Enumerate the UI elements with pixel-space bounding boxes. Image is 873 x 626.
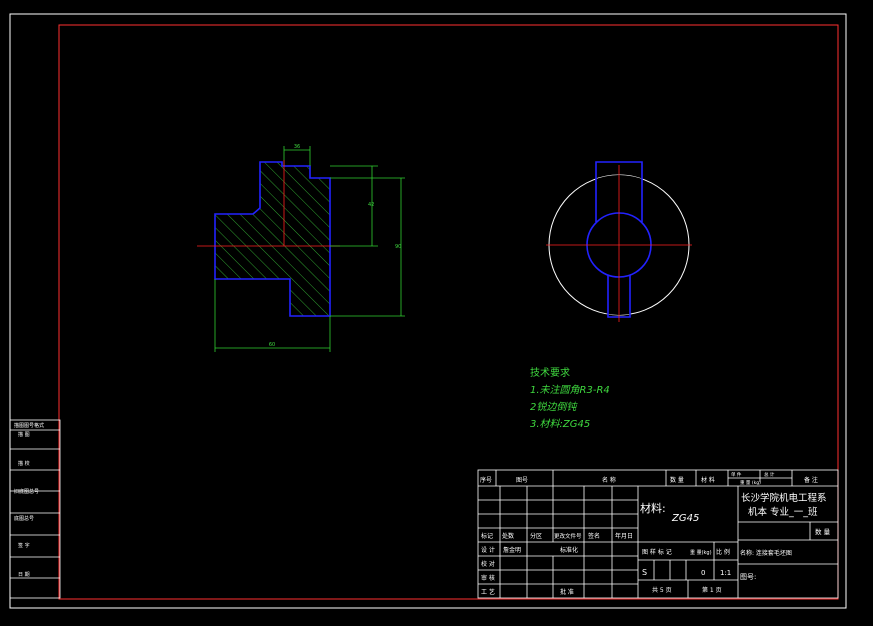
tb-stage-weight-value: 0 — [701, 569, 705, 577]
section-profile — [214, 161, 331, 317]
tb-role-review: 审 核 — [481, 574, 495, 582]
tb-material-value: ZG45 — [671, 513, 699, 524]
notes-item-2: 2锐边倒钝 — [530, 401, 578, 413]
stamp-row-1: 描 图 — [18, 431, 30, 438]
tb-stage-mark: 图 样 标 记 — [642, 548, 672, 556]
tb-role-designer: 詹金明 — [503, 546, 521, 554]
dim-inner-height-text: 42 — [368, 202, 374, 208]
tb-header-drawing-no: 图号 — [516, 477, 528, 484]
tb-stage-scale-value: 1:1 — [720, 569, 731, 577]
tb-change-zone: 分区 — [530, 532, 542, 540]
tb-header-remark: 备 注 — [804, 476, 818, 484]
tb-role-process: 工 艺 — [481, 588, 495, 596]
tb-total-sheets: 共 5 页 — [652, 586, 672, 594]
dim-bottom-text: 60 — [269, 342, 275, 348]
tb-header-seq: 序号 — [480, 476, 492, 484]
technical-notes: 技术要求 1.未注圆角R3-R4 2锐边倒钝 3.材料:ZG45 — [530, 366, 610, 430]
dim-outer-height-text: 90 — [395, 244, 401, 250]
tb-header-weight-unit: 重 量 (kg) — [740, 479, 761, 486]
tb-stage-mark-value: S — [642, 568, 647, 577]
inner-frame — [58, 24, 839, 600]
tb-change-mark: 标记 — [481, 532, 493, 540]
drawing-canvas: 36 42 90 60 技术要求 1.未注圆角R3-R4 2锐边倒钝 3.材料:… — [9, 13, 847, 609]
tb-change-sign: 签名 — [588, 532, 600, 540]
tb-header-name: 名 称 — [602, 476, 616, 484]
tb-material-label: 材料: — [640, 501, 666, 515]
stamp-row-4: 底图总号 — [14, 515, 34, 522]
tb-stage-scale: 比 例 — [716, 548, 730, 556]
notes-title: 技术要求 — [530, 366, 570, 379]
title-block-text: 序号 图号 名 称 数 量 材 料 单 件 总 计 重 量 (kg) 备 注 材… — [480, 471, 831, 596]
stamp-row-0: 描图图号格式 — [14, 422, 44, 429]
tb-role-approve: 批 准 — [560, 588, 574, 596]
tb-header-total: 总 计 — [764, 471, 775, 478]
side-stamp-labels: 描图图号格式 描 图 描 校 旧底图总号 底图总号 签 字 日 期 — [14, 422, 44, 578]
tb-header-unit: 单 件 — [731, 471, 742, 478]
tb-sheet: 第 1 页 — [702, 586, 722, 594]
tb-change-date: 年月日 — [615, 532, 633, 540]
dim-top-text: 36 — [294, 144, 300, 150]
tb-school-line1: 长沙学院机电工程系 — [741, 492, 827, 504]
stamp-row-5: 签 字 — [18, 542, 30, 549]
tb-quantity-label: 数 量 — [815, 527, 831, 536]
tb-header-material: 材 料 — [701, 476, 715, 484]
tb-role-design: 设 计 — [481, 546, 495, 554]
tb-role-proof: 校 对 — [481, 560, 495, 568]
stamp-row-2: 描 校 — [18, 460, 30, 467]
notes-item-1: 1.未注圆角R3-R4 — [530, 384, 610, 396]
tb-header-qty: 数 量 — [670, 476, 684, 484]
end-view — [546, 161, 692, 322]
tb-part-name: 名称: 连接套毛坯图 — [740, 549, 792, 557]
tb-change-doc: 更改文件号 — [554, 532, 582, 540]
tb-school-line2: 机本 专业_一_班 — [748, 506, 818, 518]
outer-frame — [9, 13, 847, 609]
stamp-row-3: 旧底图总号 — [14, 488, 39, 495]
notes-item-3: 3.材料:ZG45 — [530, 418, 590, 430]
tb-stage-weight: 重 量(kg) — [690, 549, 712, 556]
section-view: 36 42 90 60 — [197, 144, 405, 352]
tb-drawing-no-label: 图号: — [740, 573, 756, 581]
tb-role-standard: 标准化 — [560, 546, 578, 554]
tb-change-count: 处数 — [502, 532, 514, 540]
stamp-row-6: 日 期 — [18, 572, 30, 578]
